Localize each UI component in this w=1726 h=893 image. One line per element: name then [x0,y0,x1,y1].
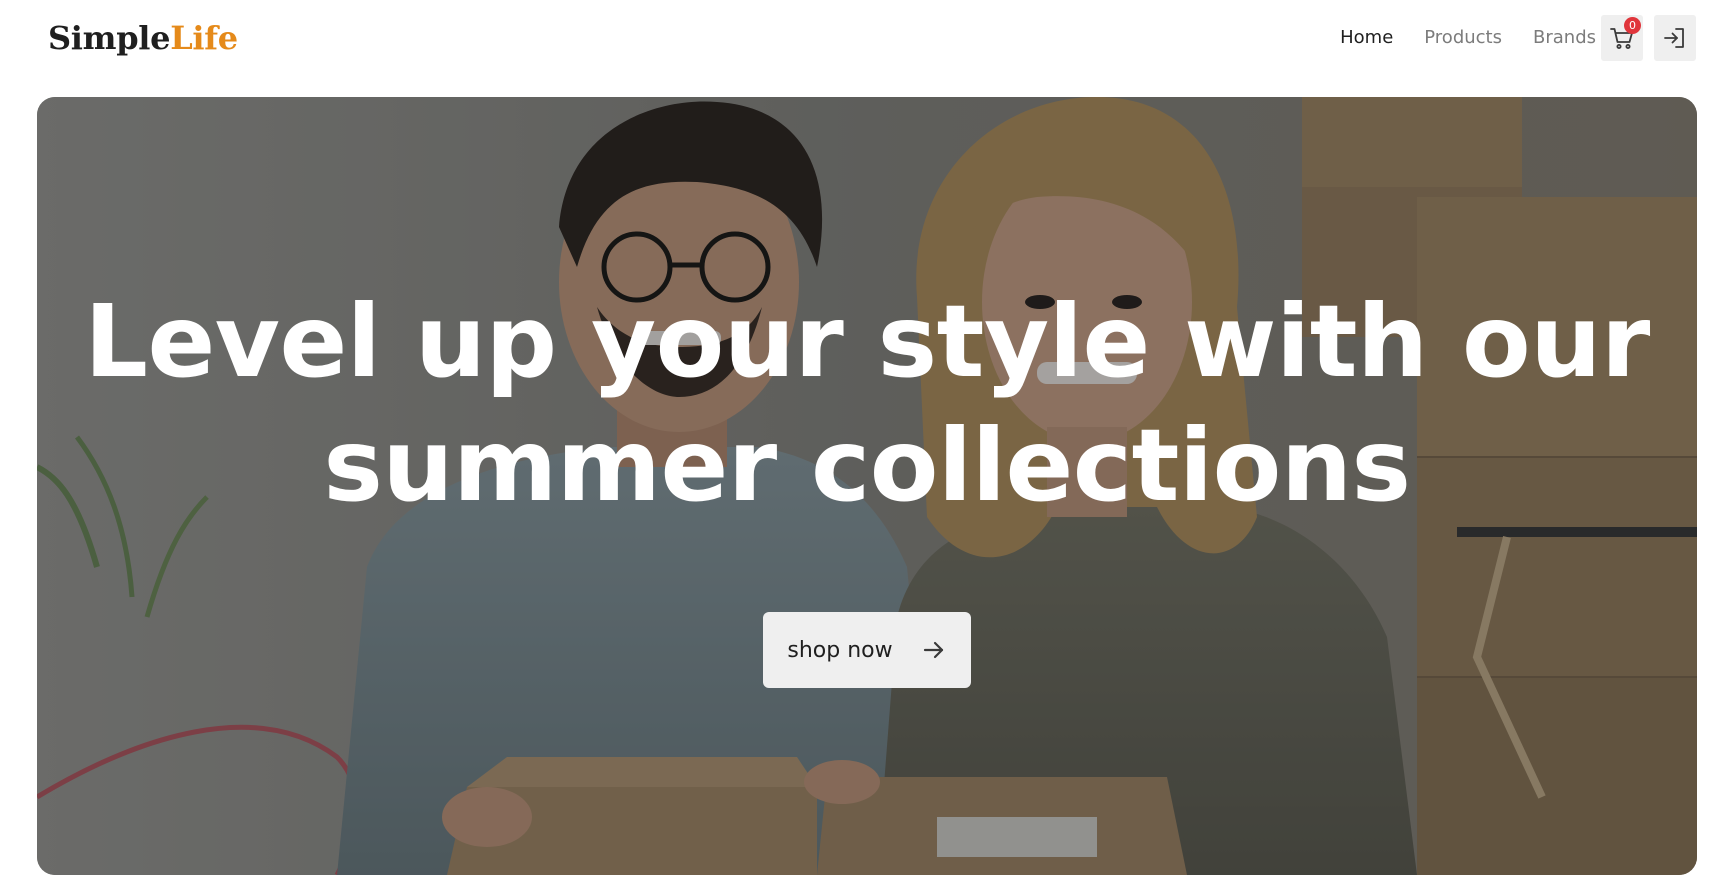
cart-button[interactable]: 0 [1601,15,1643,61]
hero-title-line-2: summer collections [323,407,1411,524]
login-icon [1664,28,1684,48]
nav-link-products[interactable]: Products [1424,22,1502,54]
shop-now-button[interactable]: shop now [763,612,971,688]
login-button[interactable] [1654,15,1696,61]
main-nav: Home Products Brands [1340,22,1596,54]
hero-title: Level up your style with our summer coll… [37,280,1697,528]
hero-title-line-1: Level up your style with our [84,283,1650,400]
logo-text-simple: Simple [48,19,171,57]
cart-count-badge: 0 [1624,17,1641,34]
hero-banner: Level up your style with our summer coll… [37,97,1697,875]
nav-link-home[interactable]: Home [1340,22,1393,54]
shop-now-label: shop now [787,637,893,663]
nav-link-brands[interactable]: Brands [1533,22,1596,54]
site-logo[interactable]: SimpleLife [48,14,238,62]
logo-text-life: Life [170,19,238,57]
site-header: SimpleLife Home Products Brands 0 [0,0,1726,96]
arrow-right-icon [923,641,943,659]
